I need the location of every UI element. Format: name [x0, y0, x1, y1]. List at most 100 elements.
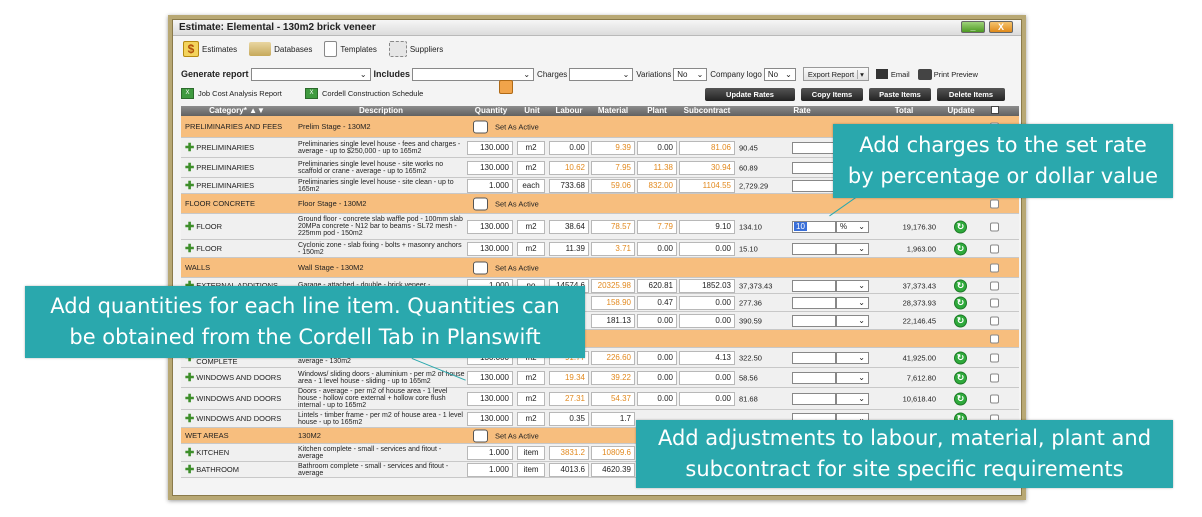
stage-row[interactable]: WALLS Wall Stage - 130M2 Set As Active [181, 258, 1019, 278]
subcontract-input[interactable]: 4.13 [679, 350, 735, 365]
close-button[interactable]: X [989, 21, 1013, 33]
plant-input[interactable]: 0.00 [637, 391, 677, 406]
paste-items-button[interactable]: Paste Items [869, 88, 931, 101]
row-select-checkbox[interactable] [990, 316, 999, 325]
col-category[interactable]: Category* ▲▼ [181, 106, 293, 116]
expand-plus-icon[interactable]: ✚ [185, 393, 194, 404]
subcontract-input[interactable]: 1104.55 [679, 178, 735, 193]
labour-input[interactable]: 10.62 [549, 160, 589, 175]
expand-plus-icon[interactable]: ✚ [185, 221, 194, 232]
quantity-input[interactable]: 130.000 [467, 219, 513, 234]
unit-field[interactable]: m2 [517, 370, 545, 385]
row-select-checkbox[interactable] [990, 244, 999, 253]
plant-input[interactable]: 0.00 [637, 350, 677, 365]
row-select-checkbox[interactable] [990, 353, 999, 362]
job-cost-report-link[interactable]: X Job Cost Analysis Report [181, 88, 282, 99]
labour-input[interactable]: 0.35 [549, 411, 589, 426]
col-plant[interactable]: Plant [637, 106, 677, 116]
expand-plus-icon[interactable]: ✚ [185, 447, 194, 458]
material-input[interactable]: 3.71 [591, 241, 635, 256]
material-input[interactable]: 158.90 [591, 295, 635, 310]
quantity-input[interactable]: 1.000 [467, 462, 513, 477]
row-select-checkbox[interactable] [990, 222, 999, 231]
quantity-input[interactable]: 130.000 [467, 160, 513, 175]
material-input[interactable]: 1.7 [591, 411, 635, 426]
row-select-checkbox[interactable] [990, 298, 999, 307]
rate-adjust-input[interactable] [792, 371, 836, 384]
material-input[interactable]: 7.95 [591, 160, 635, 175]
col-unit[interactable]: Unit [517, 106, 547, 116]
rate-type-select[interactable]: ⌄ [836, 371, 869, 384]
charges-select[interactable]: ⌄ [569, 67, 634, 81]
col-description[interactable]: Description [295, 106, 467, 116]
copy-items-button[interactable]: Copy Items [801, 88, 863, 101]
expand-plus-icon[interactable]: ✚ [185, 180, 194, 191]
cordell-schedule-link[interactable]: X Cordell Construction Schedule [305, 88, 423, 99]
unit-field[interactable]: m2 [517, 140, 545, 155]
quantity-input[interactable]: 130.000 [467, 370, 513, 385]
rate-adjust-input[interactable]: 10 [792, 220, 836, 233]
material-input[interactable]: 54.37 [591, 391, 635, 406]
material-input[interactable]: 4620.39 [591, 462, 635, 477]
update-row-icon[interactable]: ↻ [954, 296, 967, 309]
line-item-row[interactable]: ✚ WINDOWS AND DOORS Doors - average - per … [181, 388, 1019, 410]
unit-field[interactable]: each [517, 178, 545, 193]
rate-type-select[interactable]: ⌄ [836, 242, 869, 255]
unit-field[interactable]: m2 [517, 411, 545, 426]
set-active-checkbox[interactable] [473, 197, 488, 210]
expand-plus-icon[interactable]: ✚ [185, 413, 194, 424]
labour-input[interactable]: 0.00 [549, 140, 589, 155]
row-select-checkbox[interactable] [990, 373, 999, 382]
col-total[interactable]: Total [869, 106, 939, 116]
line-item-row[interactable]: ✚ WINDOWS AND DOORS Windows/ sliding doors… [181, 368, 1019, 388]
nav-templates[interactable]: Templates [324, 41, 377, 57]
labour-input[interactable]: 733.68 [549, 178, 589, 193]
subcontract-input[interactable]: 0.00 [679, 241, 735, 256]
rate-type-select[interactable]: % ⌄ [836, 220, 869, 233]
subcontract-input[interactable]: 0.00 [679, 391, 735, 406]
update-row-icon[interactable]: ↻ [954, 279, 967, 292]
subcontract-input[interactable]: 0.00 [679, 295, 735, 310]
subcontract-input[interactable]: 81.06 [679, 140, 735, 155]
plant-input[interactable]: 7.79 [637, 219, 677, 234]
print-preview-button[interactable]: Print Preview [914, 67, 982, 81]
unit-field[interactable]: item [517, 462, 545, 477]
minimize-button[interactable]: _ [961, 21, 985, 33]
col-material[interactable]: Material [591, 106, 635, 116]
rate-type-select[interactable]: ⌄ [836, 296, 869, 309]
row-select-checkbox[interactable] [990, 281, 999, 290]
generate-report-select[interactable]: ⌄ [250, 67, 371, 81]
row-select-checkbox[interactable] [990, 199, 999, 208]
update-row-icon[interactable]: ↻ [954, 351, 967, 364]
expand-plus-icon[interactable]: ✚ [185, 372, 194, 383]
rate-type-select[interactable]: ⌄ [836, 314, 869, 327]
subcontract-input[interactable]: 1852.03 [679, 278, 735, 293]
email-button[interactable]: Email [872, 67, 914, 81]
variations-select[interactable]: No ⌄ [673, 67, 708, 81]
row-select-checkbox[interactable] [990, 334, 999, 343]
rate-type-select[interactable]: ⌄ [836, 351, 869, 364]
quantity-input[interactable]: 130.000 [467, 411, 513, 426]
material-input[interactable]: 39.22 [591, 370, 635, 385]
delete-items-button[interactable]: Delete Items [937, 88, 1005, 101]
col-update[interactable]: Update [941, 106, 981, 116]
material-input[interactable]: 78.57 [591, 219, 635, 234]
quantity-input[interactable]: 1.000 [467, 445, 513, 460]
update-row-icon[interactable]: ↻ [954, 392, 967, 405]
rate-adjust-input[interactable] [792, 314, 836, 327]
unit-field[interactable]: m2 [517, 241, 545, 256]
labour-input[interactable]: 3831.2 [549, 445, 589, 460]
material-input[interactable]: 59.06 [591, 178, 635, 193]
rate-adjust-input[interactable] [792, 242, 836, 255]
plant-input[interactable]: 0.00 [637, 370, 677, 385]
set-active-checkbox[interactable] [473, 261, 488, 274]
material-input[interactable]: 10809.6 [591, 445, 635, 460]
expand-plus-icon[interactable]: ✚ [185, 243, 194, 254]
row-select-checkbox[interactable] [990, 263, 999, 272]
labour-input[interactable]: 27.31 [549, 391, 589, 406]
line-item-row[interactable]: ✚ FLOOR Cyclonic zone - slab fixing - bolt… [181, 240, 1019, 258]
update-row-icon[interactable]: ↻ [954, 220, 967, 233]
col-rate[interactable]: Rate [737, 106, 867, 116]
quantity-input[interactable]: 130.000 [467, 140, 513, 155]
subcontract-input[interactable]: 30.94 [679, 160, 735, 175]
